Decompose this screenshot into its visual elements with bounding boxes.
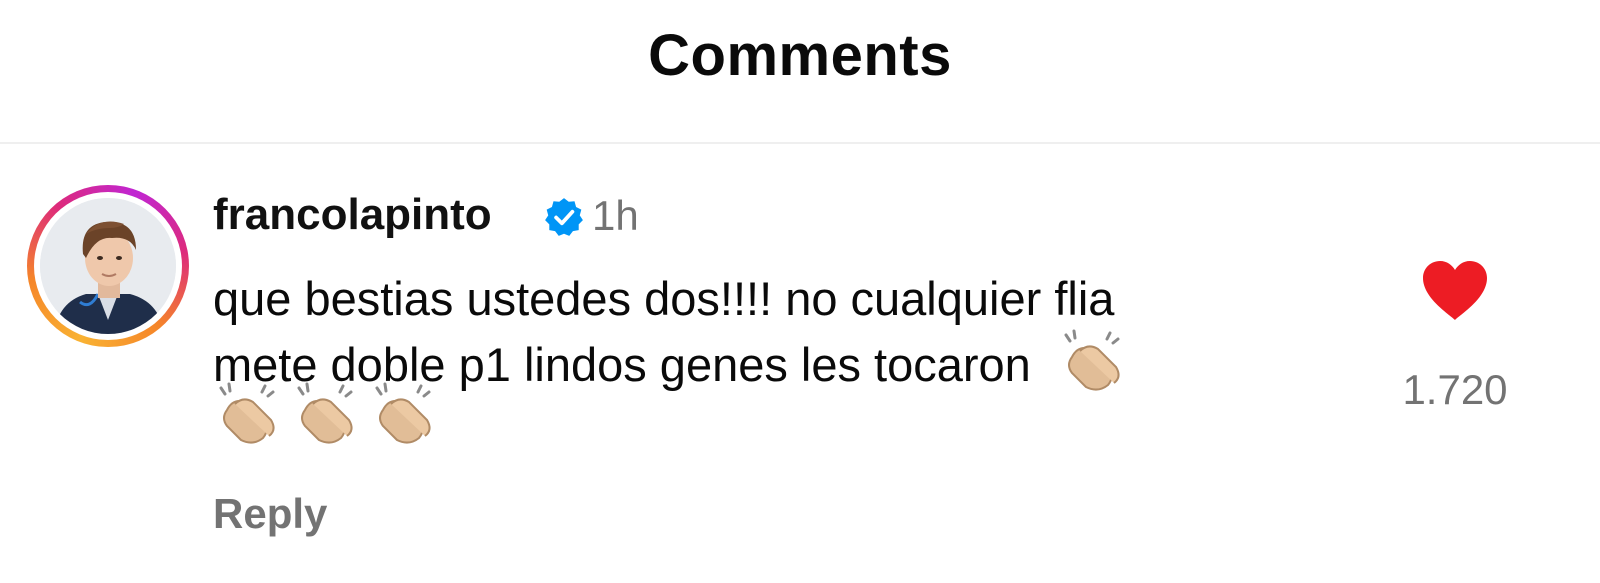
like-count: 1.720 <box>1402 366 1508 413</box>
comment-username[interactable]: francolapinto <box>213 190 492 240</box>
comment-timestamp: 1h <box>592 192 639 239</box>
page-title: Comments <box>648 23 952 88</box>
verified-badge-icon <box>545 198 583 236</box>
comments-screen: Comments francolapinto 1h que bestias us… <box>0 0 1600 583</box>
comment-emoji-row <box>213 382 447 462</box>
heart-icon[interactable] <box>1419 258 1491 324</box>
clapping-hands-icon <box>297 382 353 444</box>
comments-header: Comments <box>0 0 1600 144</box>
avatar[interactable] <box>27 185 189 347</box>
clapping-hands-icon <box>1064 329 1120 391</box>
comment-text: que bestias ustedes dos!!!! no cualquier… <box>213 268 1373 395</box>
person-photo-icon <box>40 198 176 334</box>
profile-photo <box>40 198 176 334</box>
comment-text-line1: que bestias ustedes dos!!!! no cualquier… <box>213 272 1115 325</box>
clapping-hands-icon <box>219 382 275 444</box>
reply-button[interactable]: Reply <box>213 490 327 538</box>
clapping-hands-icon <box>375 382 431 444</box>
